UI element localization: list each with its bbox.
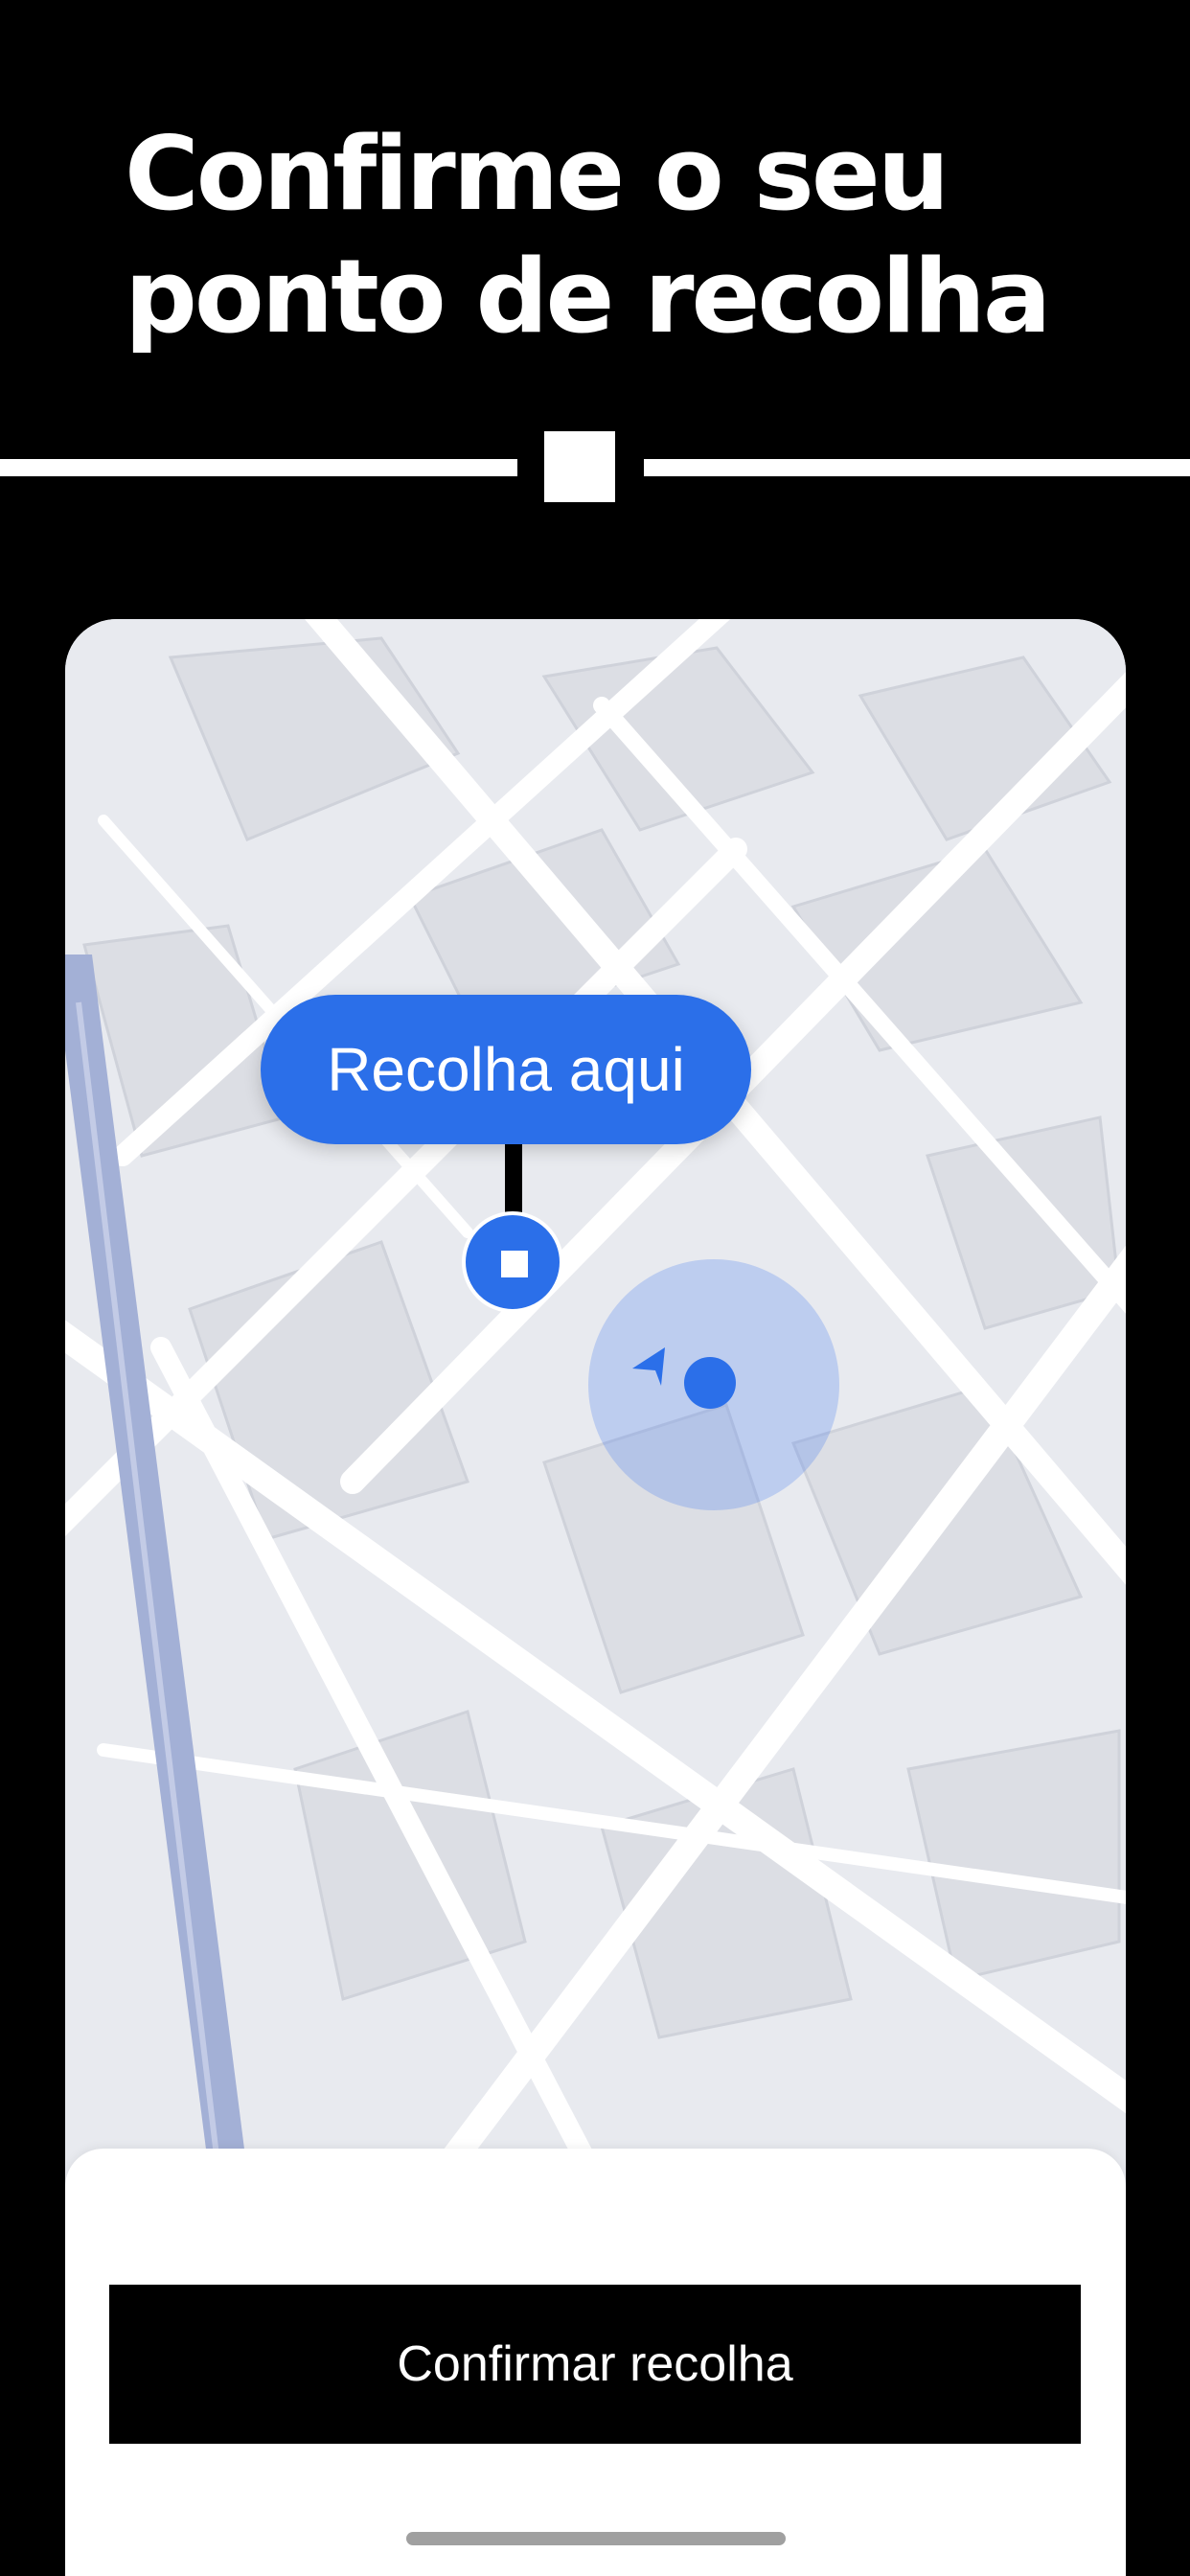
pickup-pin-icon[interactable] <box>462 1211 563 1313</box>
map-card: Recolha aqui Confirmar recolha <box>65 619 1126 2576</box>
pickup-callout[interactable]: Recolha aqui <box>261 995 751 1144</box>
page-title: Confirme o seu ponto de recolha <box>125 113 1083 358</box>
title-line-2: ponto de recolha <box>125 238 1051 356</box>
pin-square-icon <box>501 1251 528 1277</box>
home-indicator[interactable] <box>406 2532 786 2545</box>
heading-arrow-icon <box>632 1347 665 1386</box>
divider-square-icon <box>544 431 615 502</box>
title-line-1: Confirme o seu <box>125 115 950 233</box>
current-location-dot-icon <box>684 1357 736 1409</box>
divider-right <box>644 459 1190 476</box>
bottom-sheet: Confirmar recolha <box>65 2149 1126 2576</box>
screen: Confirme o seu ponto de recolha Recolha … <box>0 0 1190 2576</box>
confirm-pickup-button[interactable]: Confirmar recolha <box>109 2285 1081 2444</box>
divider-left <box>0 459 517 476</box>
map-view[interactable]: Recolha aqui <box>65 619 1126 2172</box>
